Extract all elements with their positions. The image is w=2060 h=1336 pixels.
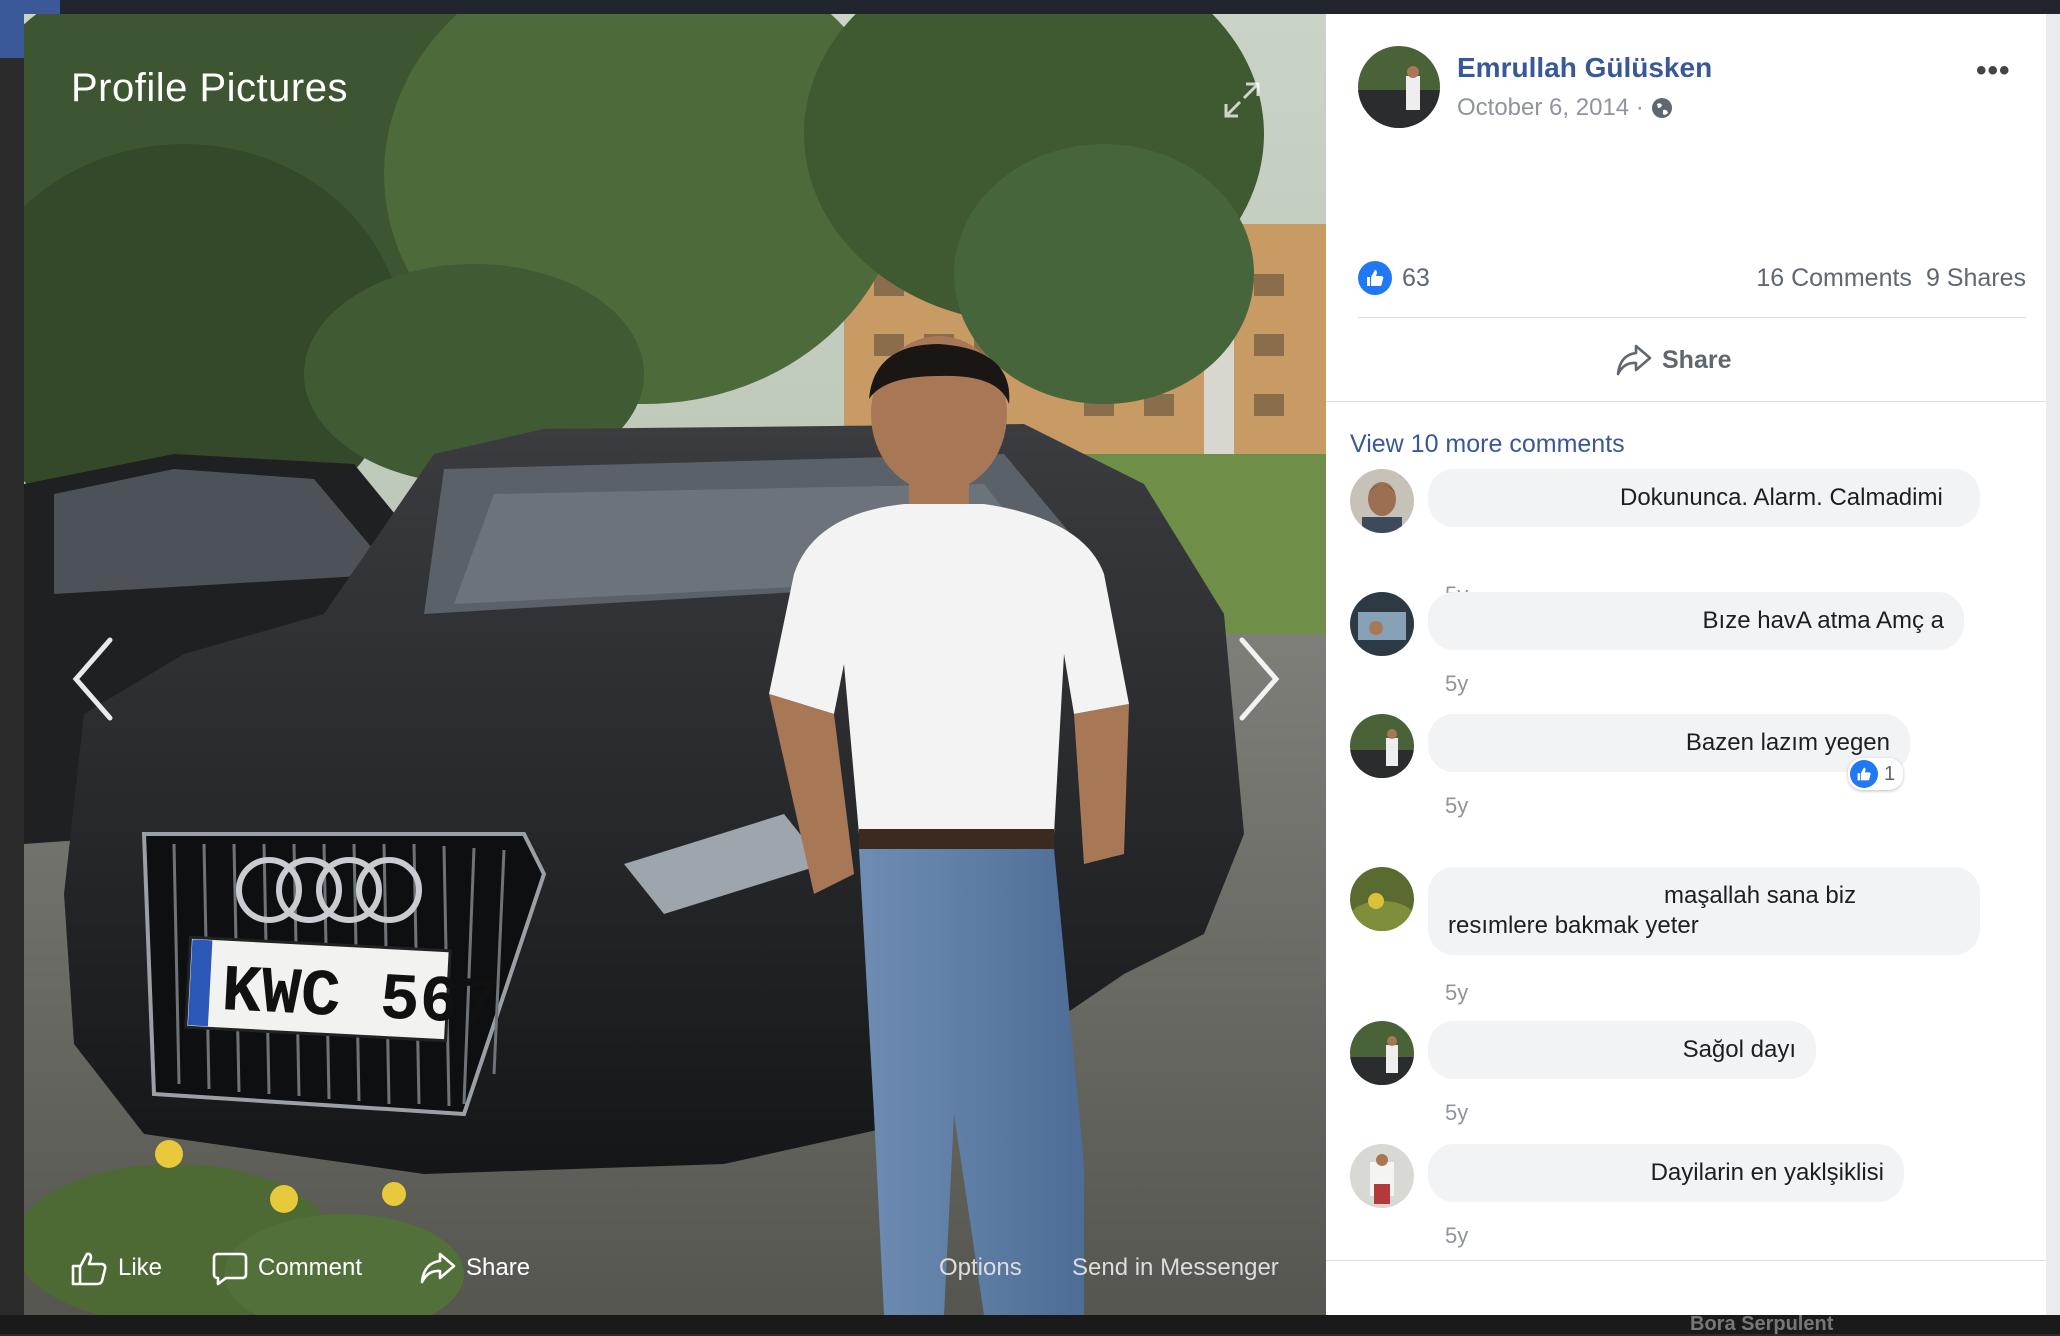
comment-text: Bazen lazım yegen [1685,729,1890,756]
commenter-avatar[interactable] [1350,469,1414,533]
comments-count-link[interactable]: 16 Comments [1756,264,1912,293]
comment-item: Dokununca. Alarm. Calmadimi 5y [1350,469,2030,609]
post-share-label: Share [1662,345,1732,374]
more-options-icon[interactable]: ••• [1976,54,2011,88]
commenter-avatar[interactable] [1350,714,1414,778]
like-label: Like [118,1254,163,1281]
author-avatar[interactable] [1358,46,1440,128]
commenter-avatar[interactable] [1350,1144,1414,1208]
comment-time[interactable]: 5y [1445,793,1468,819]
comment-text: Dokununca. Alarm. Calmadimi [1620,484,1943,511]
like-button[interactable]: Like [70,1248,162,1288]
background-name: Bora Serpulent [1690,1313,1834,1335]
background-page: Bora Serpulent [0,1313,2060,1335]
commenter-avatar[interactable] [1350,592,1414,656]
share-button[interactable]: Share [420,1248,530,1288]
comment-text: Dayilarin en yaklşiklisi [1650,1159,1884,1186]
shares-count-link[interactable]: 9 Shares [1926,264,2026,293]
comment-item: maşallah sana biz resımlere bakmak yeter… [1350,867,2030,1007]
comment-icon [212,1252,248,1286]
comment-bubble: maşallah sana biz resımlere bakmak yeter [1428,867,1980,955]
photo-viewer: KWC 567 Profile Pictures Like Comment Sh… [24,14,1326,1315]
next-photo-icon[interactable] [1234,634,1284,724]
scrollbar-track[interactable] [2046,14,2060,1315]
comment-bubble: Bazen lazım yegen [1428,714,1910,772]
comment-text: Bıze havA atma Amç a [1702,607,1944,634]
comment-time[interactable]: 5y [1445,671,1468,697]
like-reaction-icon [1358,261,1392,295]
engagement-counts: 16 Comments 9 Shares [1756,264,2026,293]
post-date-text: October 6, 2014 · [1457,94,1644,121]
comment-bubble: Sağol dayı [1428,1021,1816,1079]
previous-photo-icon[interactable] [68,634,118,724]
comment-time[interactable]: 5y [1445,1223,1468,1249]
post-timestamp[interactable]: October 6, 2014 · [1457,94,1674,122]
comment-label: Comment [258,1254,363,1281]
author-name[interactable]: Emrullah Gülüsken [1457,52,1712,84]
license-plate-text: KWC 567 [220,954,501,1043]
comment-text: maşallah sana biz resımlere bakmak yeter [1448,882,1857,939]
album-title[interactable]: Profile Pictures [71,66,348,111]
commenter-avatar[interactable] [1350,867,1414,931]
photo-image: KWC 567 [24,14,1326,1315]
comment-bubble: Dokununca. Alarm. Calmadimi [1428,469,1980,527]
comment-button[interactable]: Comment [212,1248,362,1288]
comment-bubble: Bıze havA atma Amç a [1428,592,1964,650]
comment-item: Bazen lazım yegen 1 5y [1350,714,2030,818]
fullscreen-icon[interactable] [1222,80,1262,120]
globe-icon [1651,98,1672,118]
divider [1326,401,2046,402]
share-arrow-icon [420,1252,456,1284]
commenter-avatar[interactable] [1350,1021,1414,1085]
comment-time[interactable]: 5y [1445,980,1468,1006]
reactions-summary[interactable]: 63 [1358,258,1430,298]
post-share-button[interactable]: Share [1616,340,1731,380]
comment-item: Dayilarin en yaklşiklisi 5y [1350,1144,2030,1248]
divider [1358,317,2026,318]
divider [1326,1260,2046,1261]
comment-item: Bıze havA atma Amç a 5y [1350,592,2030,696]
share-label: Share [466,1254,531,1281]
send-in-messenger-button[interactable]: Send in Messenger [1072,1248,1279,1288]
photo-action-bar: Like Comment Share Options Send in Messe… [24,1224,1326,1304]
share-arrow-icon [1616,344,1652,376]
like-count: 63 [1402,263,1430,292]
comment-text: Sağol dayı [1682,1036,1796,1063]
view-more-comments-link[interactable]: View 10 more comments [1350,430,1625,459]
comment-reaction-count: 1 [1884,762,1896,785]
thumbs-up-icon [71,1252,107,1286]
comment-bubble: Dayilarin en yaklşiklisi [1428,1144,1904,1202]
like-reaction-icon [1850,760,1878,788]
comment-item: Sağol dayı 5y [1350,1021,2030,1125]
comment-reactions[interactable]: 1 [1848,758,1904,790]
comment-time[interactable]: 5y [1445,1100,1468,1126]
options-button[interactable]: Options [939,1248,1022,1288]
post-details-panel: Emrullah Gülüsken October 6, 2014 · ••• … [1326,14,2046,1315]
